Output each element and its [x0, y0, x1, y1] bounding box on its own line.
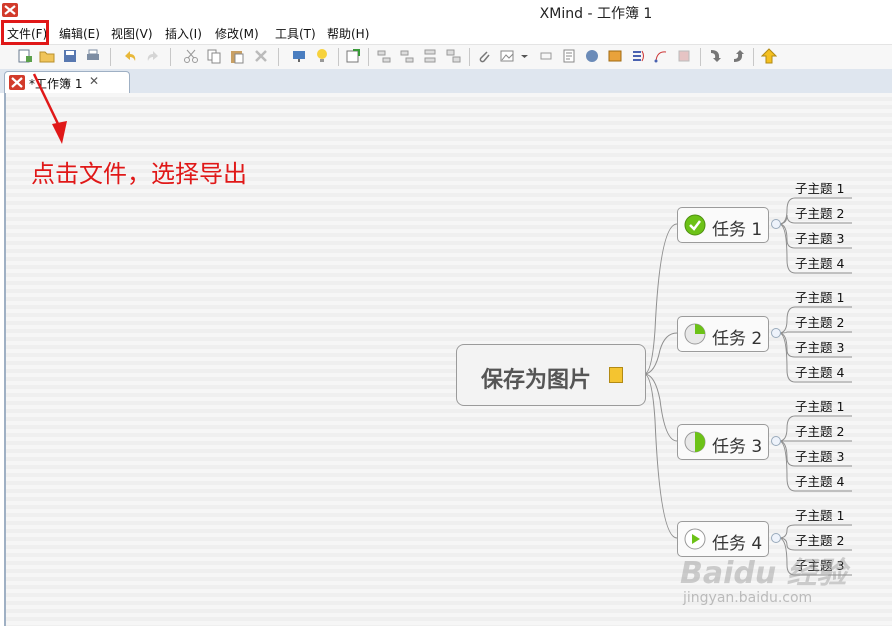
- topic-task-3[interactable]: 任务 3: [677, 424, 769, 460]
- baidu-watermark: Baidu 经验: [680, 556, 847, 591]
- subtopic[interactable]: 子主题 1: [795, 505, 844, 524]
- redo-icon[interactable]: [145, 48, 161, 64]
- subtopic[interactable]: 子主题 3: [795, 446, 844, 465]
- subtopic[interactable]: 子主题 1: [795, 396, 844, 415]
- relationship-icon[interactable]: [653, 48, 669, 64]
- menu-tools[interactable]: 工具(T): [275, 25, 316, 42]
- print-icon[interactable]: [85, 48, 101, 64]
- attachment-icon[interactable]: [476, 48, 492, 64]
- marker-icon[interactable]: [676, 48, 692, 64]
- topic-task-2[interactable]: 任务 2: [677, 316, 769, 352]
- subtopic[interactable]: 子主题 1: [795, 287, 844, 306]
- watermark-url: jingyan.baidu.com: [683, 590, 813, 606]
- tab-label: *工作簿 1: [29, 77, 83, 91]
- note-icon[interactable]: [609, 367, 623, 383]
- subtopic[interactable]: 子主题 3: [795, 228, 844, 247]
- instruction-annotation: 点击文件，选择导出: [31, 160, 247, 188]
- menu-help[interactable]: 帮助(H): [327, 25, 369, 42]
- task-progress-half-icon: [684, 431, 706, 453]
- editor-tab-strip: *工作簿 1 ✕: [0, 69, 892, 94]
- delete-icon[interactable]: [253, 48, 269, 64]
- window-title: XMind - 工作簿 1: [539, 6, 653, 22]
- task-label: 任务 1: [712, 220, 763, 240]
- image-dropdown-chevron-icon[interactable]: [520, 48, 529, 64]
- subtopic[interactable]: 子主题 4: [795, 471, 844, 490]
- tab-workbook-1[interactable]: *工作簿 1 ✕: [4, 71, 130, 94]
- notes-icon[interactable]: [561, 48, 577, 64]
- menu-bar: 文件(F) 编辑(E) 视图(V) 插入(I) 修改(M) 工具(T) 帮助(H…: [0, 22, 892, 45]
- task-progress-quarter-icon: [684, 323, 706, 345]
- subtopic[interactable]: 子主题 2: [795, 421, 844, 440]
- subtopic[interactable]: 子主题 3: [795, 337, 844, 356]
- task-label: 任务 2: [712, 329, 763, 349]
- new-icon[interactable]: [17, 48, 33, 64]
- idea-bulb-icon[interactable]: [314, 48, 330, 64]
- hyperlink-globe-icon[interactable]: [584, 48, 600, 64]
- presentation-icon[interactable]: [291, 48, 307, 64]
- subtopic[interactable]: 子主题 1: [795, 178, 844, 197]
- cut-icon[interactable]: [183, 48, 199, 64]
- subtopic[interactable]: 子主题 4: [795, 253, 844, 272]
- save-icon[interactable]: [62, 48, 78, 64]
- task-complete-check-icon: [684, 214, 706, 236]
- copy-icon[interactable]: [206, 48, 222, 64]
- topic-task-1[interactable]: 任务 1: [677, 207, 769, 243]
- image-icon[interactable]: [499, 48, 515, 64]
- central-topic[interactable]: 保存为图片: [456, 344, 646, 406]
- insert-parent-icon[interactable]: [422, 48, 438, 64]
- menu-file-highlight: [1, 20, 49, 45]
- task-start-play-icon: [684, 528, 706, 550]
- menu-edit[interactable]: 编辑(E): [59, 25, 100, 42]
- export-icon[interactable]: [345, 48, 361, 64]
- menu-modify[interactable]: 修改(M): [215, 25, 259, 42]
- task-label: 任务 3: [712, 437, 763, 457]
- subtopic[interactable]: 子主题 2: [795, 530, 844, 549]
- label-icon[interactable]: [607, 48, 623, 64]
- central-topic-label: 保存为图片: [481, 368, 592, 393]
- menu-insert[interactable]: 插入(I): [165, 25, 202, 42]
- drill-up-icon[interactable]: [730, 48, 746, 64]
- collapse-toggle-task-3[interactable]: [771, 436, 781, 446]
- subtopic[interactable]: 子主题 4: [795, 362, 844, 381]
- collapse-toggle-task-4[interactable]: [771, 533, 781, 543]
- collapse-toggle-task-1[interactable]: [771, 219, 781, 229]
- boundary-icon[interactable]: [538, 48, 554, 64]
- tab-close-icon[interactable]: ✕: [89, 74, 99, 88]
- paste-icon[interactable]: [229, 48, 245, 64]
- drill-down-icon[interactable]: [707, 48, 723, 64]
- undo-icon[interactable]: [122, 48, 138, 64]
- floating-topic-icon[interactable]: [445, 48, 461, 64]
- subtopic[interactable]: 子主题 2: [795, 312, 844, 331]
- summary-icon[interactable]: [630, 48, 646, 64]
- collapse-toggle-task-2[interactable]: [771, 328, 781, 338]
- insert-topic-icon[interactable]: [376, 48, 392, 64]
- title-bar: XMind - 工作簿 1: [0, 0, 892, 22]
- go-to-parent-arrow-icon[interactable]: [761, 48, 777, 64]
- toolbar: [0, 45, 892, 69]
- subtopic[interactable]: 子主题 2: [795, 203, 844, 222]
- open-icon[interactable]: [39, 48, 55, 64]
- insert-subtopic-icon[interactable]: [399, 48, 415, 64]
- xmind-file-icon: [9, 75, 25, 90]
- menu-view[interactable]: 视图(V): [111, 25, 153, 42]
